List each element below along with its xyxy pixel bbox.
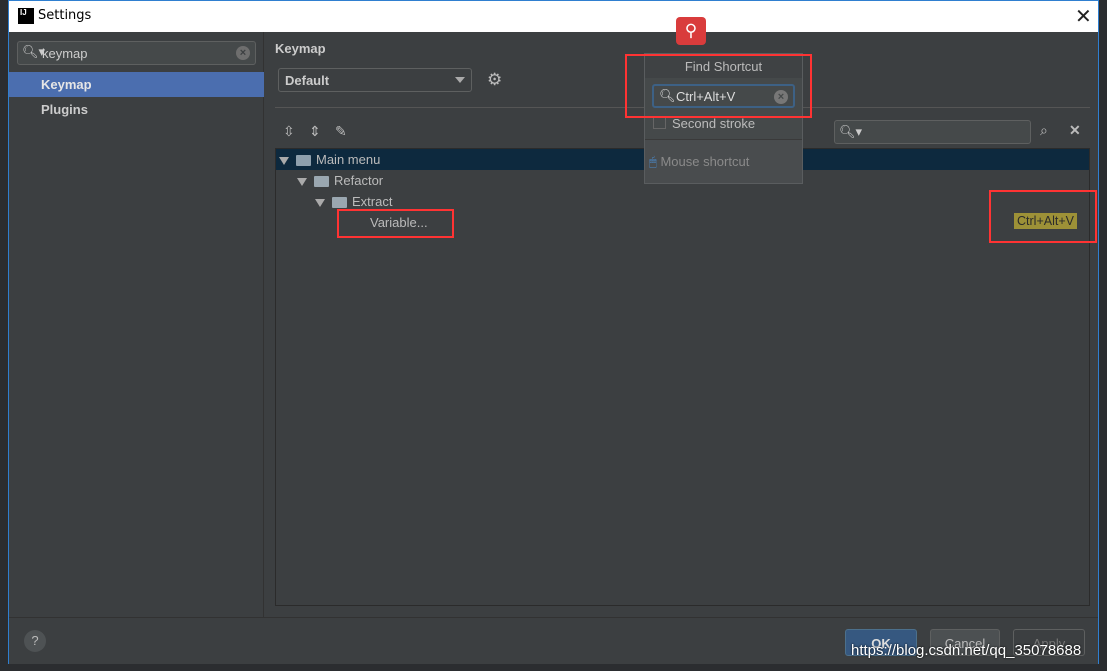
sidebar: 🔍︎▾ keymap × Keymap Plugins bbox=[9, 32, 264, 617]
chevron-down-icon bbox=[455, 77, 465, 83]
annotation-box bbox=[989, 190, 1097, 243]
expand-arrow-icon[interactable] bbox=[297, 177, 307, 186]
keymap-select-value: Default bbox=[285, 73, 330, 88]
close-button[interactable]: ✕ bbox=[1075, 4, 1092, 29]
expand-arrow-icon[interactable] bbox=[315, 198, 325, 207]
page-title: Keymap bbox=[275, 41, 326, 56]
expand-arrow-icon[interactable] bbox=[279, 156, 289, 165]
settings-search-input[interactable]: 🔍︎▾ keymap × bbox=[17, 41, 256, 65]
annotation-box bbox=[625, 54, 812, 118]
window-title: Settings bbox=[38, 8, 92, 23]
action-filter-input[interactable]: 🔍︎▾ bbox=[834, 120, 1031, 144]
search-icon: 🔍︎▾ bbox=[839, 124, 863, 139]
find-by-shortcut-icon[interactable]: ⌕ bbox=[1040, 122, 1048, 139]
mouse-icon: 🖱︎ bbox=[649, 154, 657, 169]
tree-node-label: Main menu bbox=[316, 152, 381, 167]
second-stroke-label: Second stroke bbox=[672, 116, 756, 131]
watermark: https://blog.csdn.net/qq_35078688 bbox=[851, 642, 1082, 659]
settings-dialog: IJ Settings ✕ 🔍︎▾ keymap × Keymap Plugin… bbox=[8, 0, 1099, 664]
sidebar-item-keymap[interactable]: Keymap bbox=[9, 72, 264, 97]
tree-node-label: Refactor bbox=[334, 173, 384, 188]
sidebar-item-plugins[interactable]: Plugins bbox=[9, 97, 264, 122]
menu-folder-icon bbox=[296, 155, 311, 167]
mouse-shortcut-area[interactable]: 🖱︎ Mouse shortcut bbox=[645, 139, 802, 183]
collapse-all-icon[interactable]: ⇕ bbox=[309, 123, 321, 140]
edit-icon[interactable]: ✎ bbox=[335, 123, 347, 140]
intellij-logo: IJ bbox=[18, 8, 34, 24]
gear-icon[interactable]: ⚙ bbox=[487, 70, 502, 90]
expand-all-icon[interactable]: ⇳ bbox=[283, 123, 295, 140]
folder-icon bbox=[314, 176, 329, 188]
keymap-select[interactable]: Default bbox=[278, 68, 472, 92]
title-bar: IJ Settings ✕ bbox=[9, 1, 1098, 32]
search-value: keymap bbox=[42, 46, 88, 61]
folder-icon bbox=[332, 197, 347, 209]
annotation-box bbox=[337, 209, 454, 238]
tree-node-label: Extract bbox=[352, 194, 393, 209]
mouse-shortcut-label: Mouse shortcut bbox=[660, 154, 750, 169]
clear-filter-icon[interactable]: ✕ bbox=[1069, 122, 1081, 139]
clear-search-icon[interactable]: × bbox=[236, 46, 250, 60]
find-shortcut-icon: ⚲ bbox=[676, 17, 706, 45]
help-button[interactable]: ? bbox=[24, 630, 46, 652]
